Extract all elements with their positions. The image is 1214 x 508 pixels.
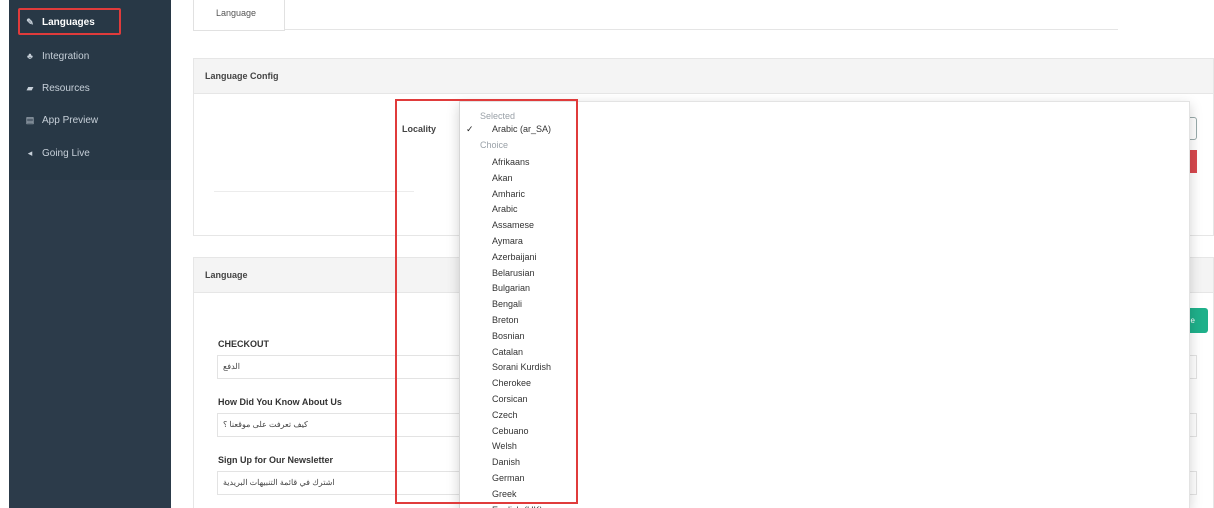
preview-icon: ▤	[25, 114, 35, 125]
sidebar-item-going-live[interactable]: ◂ Going Live	[24, 142, 90, 164]
locality-highlight-box	[395, 99, 578, 504]
panel-title: Language Config	[194, 59, 1213, 94]
sidebar-item-label: Integration	[42, 50, 90, 62]
resources-icon: ▰	[26, 82, 34, 93]
field-label: CHECKOUT	[218, 339, 269, 349]
sidebar-empty-area	[9, 180, 171, 508]
tab-bar: Language	[193, 0, 1118, 31]
sidebar-item-integration[interactable]: ♣ Integration	[24, 45, 89, 67]
sidebar-item-label: Resources	[42, 82, 90, 94]
sidebar-item-app-preview[interactable]: ▤ App Preview	[24, 109, 98, 131]
active-item-highlight	[18, 8, 121, 35]
divider	[214, 191, 414, 192]
field-label: How Did You Know About Us	[218, 397, 342, 407]
app-root: ✎ Languages ♣ Integration ▰ Resources ▤ …	[0, 0, 1214, 508]
sidebar-item-resources[interactable]: ▰ Resources	[24, 77, 90, 99]
megaphone-icon: ◂	[27, 147, 33, 158]
sidebar-item-label: Going Live	[42, 147, 90, 159]
plug-icon: ♣	[27, 51, 33, 61]
field-label: Sign Up for Our Newsletter	[218, 455, 334, 465]
tab-language[interactable]: Language	[193, 0, 285, 31]
dropdown-option[interactable]: English (UK)	[492, 505, 543, 508]
sidebar-item-label: App Preview	[42, 114, 99, 126]
